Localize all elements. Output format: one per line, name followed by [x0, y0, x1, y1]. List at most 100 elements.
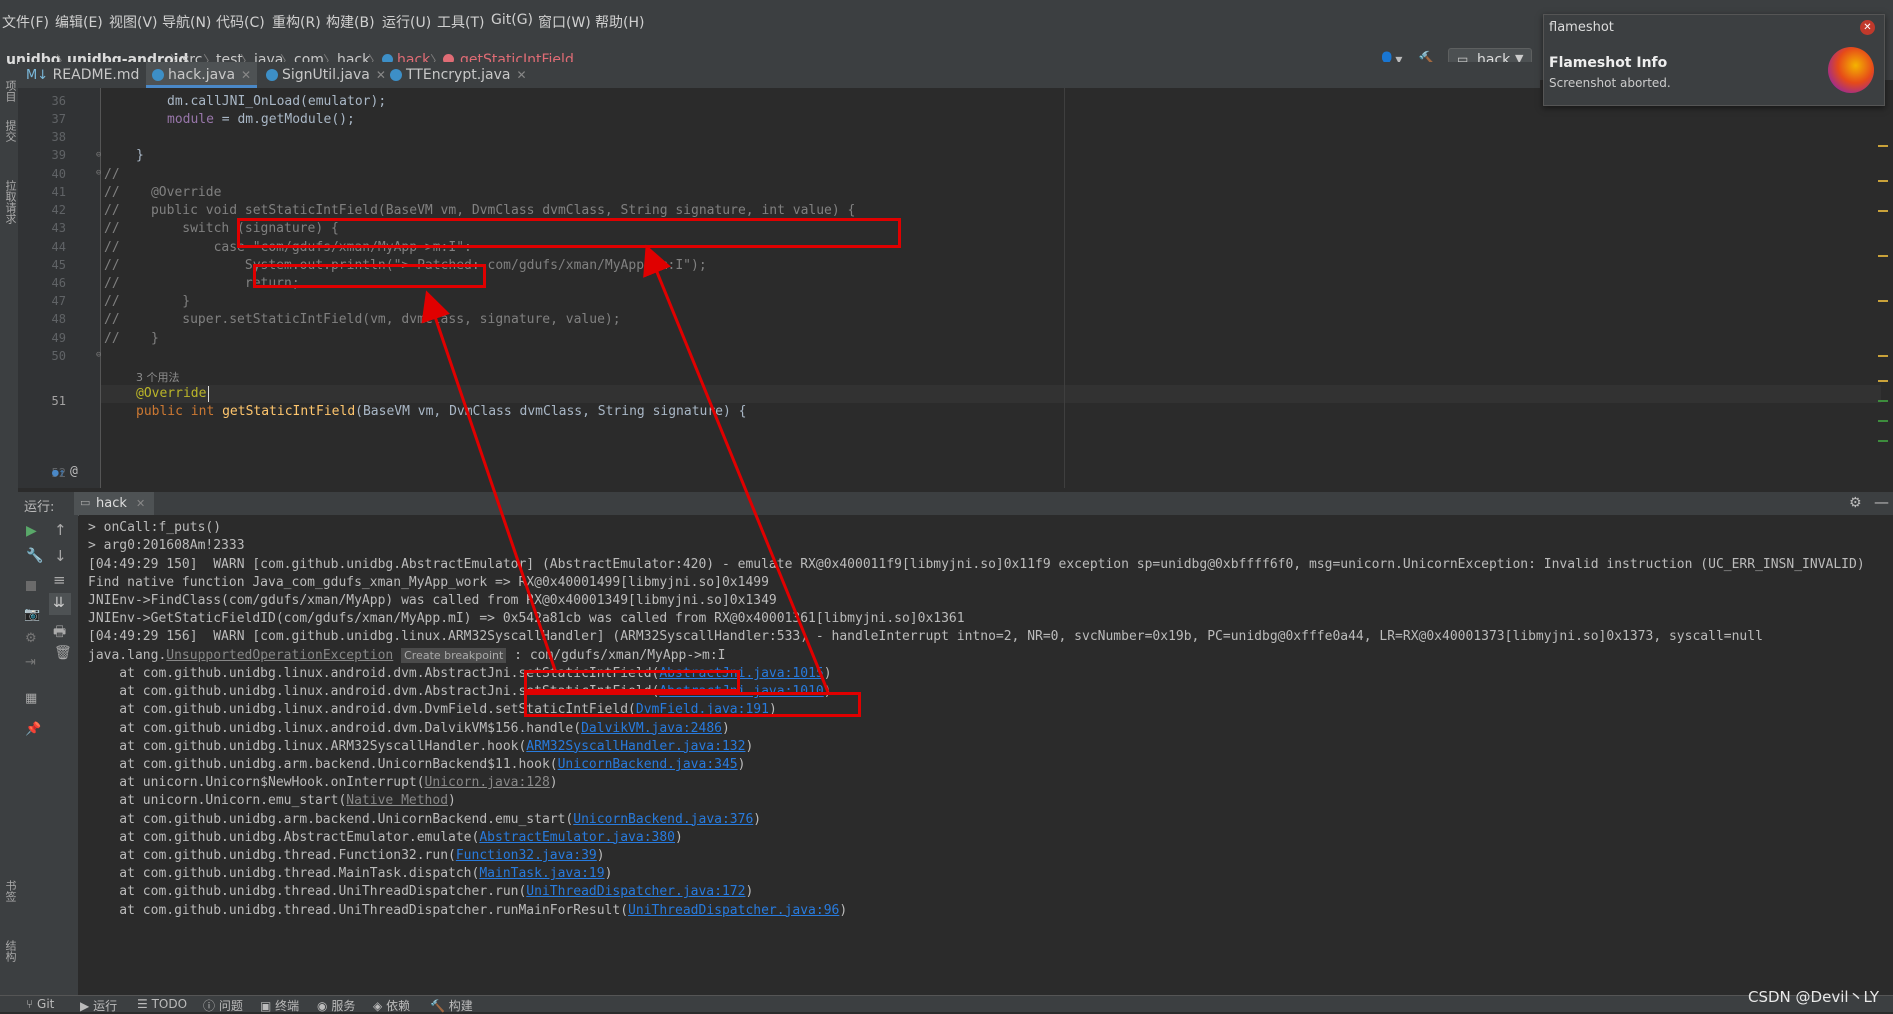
- flameshot-notification[interactable]: flameshot ✕ Flameshot Info Screenshot ab…: [1543, 14, 1885, 106]
- exit-icon[interactable]: ⇥: [25, 655, 36, 670]
- config-icon: ▭: [80, 496, 91, 509]
- code-editor[interactable]: dm.callJNI_OnLoad(emulator); module = dm…: [101, 88, 1881, 488]
- code-line: // @Override: [104, 185, 222, 200]
- camera-icon[interactable]: 📷: [24, 607, 40, 622]
- menu-file[interactable]: 文件(F): [2, 12, 49, 32]
- line-number: 39: [51, 148, 66, 162]
- trash-icon[interactable]: 🗑: [54, 645, 72, 661]
- java-class-icon: [152, 69, 164, 81]
- run-tool-button[interactable]: ▶ 运行: [80, 997, 117, 1014]
- todo-tool-button[interactable]: ☰ TODO: [137, 997, 187, 1011]
- line-number: 50: [51, 349, 66, 363]
- run-panel-label: 运行:: [24, 500, 55, 515]
- stack-frame-line: at com.github.unidbg.arm.backend.Unicorn…: [88, 757, 746, 772]
- services-tool-button[interactable]: ◉ 服务: [317, 997, 355, 1014]
- console-output[interactable]: > onCall:f_puts() > arg0:201608Am!2333 […: [79, 515, 1893, 995]
- source-link[interactable]: AbstractEmulator.java:380: [479, 830, 675, 845]
- stack-frame-line: at com.github.unidbg.thread.UniThreadDis…: [88, 902, 848, 918]
- close-icon[interactable]: ✕: [1860, 20, 1875, 35]
- source-link[interactable]: UnicornBackend.java:345: [558, 757, 738, 772]
- highlight-box-method-signature: [237, 218, 901, 248]
- tab-ttencrypt-java[interactable]: TTEncrypt.java ✕: [390, 62, 527, 88]
- menu-code[interactable]: 代码(C): [216, 12, 265, 32]
- pin-icon[interactable]: 📌: [25, 722, 41, 737]
- source-link[interactable]: Unicorn.java:128: [425, 775, 550, 790]
- layout-icon[interactable]: ▦: [25, 691, 37, 706]
- build-tool-button[interactable]: 🔨 构建: [430, 997, 473, 1014]
- source-link[interactable]: UnicornBackend.java:376: [573, 812, 753, 827]
- menu-build[interactable]: 构建(B): [326, 12, 375, 32]
- terminal-tool-button[interactable]: ▣ 终端: [260, 997, 299, 1014]
- arrow-down-icon[interactable]: ↓: [54, 547, 67, 565]
- source-link[interactable]: UniThreadDispatcher.java:172: [526, 884, 745, 899]
- tab-readme[interactable]: M↓ README.md✕: [26, 62, 155, 88]
- line-number: 37: [51, 112, 66, 126]
- close-icon[interactable]: ✕: [516, 68, 526, 82]
- java-class-icon: [266, 69, 278, 81]
- commit-tool-label[interactable]: 提交: [2, 120, 18, 142]
- project-tool-label[interactable]: 项目: [2, 80, 18, 102]
- source-link[interactable]: Native Method: [346, 793, 448, 808]
- scroll-end-icon: ⇊: [53, 595, 65, 611]
- run-tab-label: hack: [96, 496, 127, 511]
- list-icon: ☰: [137, 997, 148, 1011]
- menu-git[interactable]: Git(G): [491, 12, 533, 28]
- source-link[interactable]: MainTask.java:19: [479, 866, 604, 881]
- print-icon[interactable]: 🖶: [53, 621, 66, 645]
- create-breakpoint-button[interactable]: Create breakpoint: [401, 648, 507, 663]
- rerun-icon[interactable]: ▶: [26, 523, 37, 539]
- close-icon[interactable]: ✕: [241, 68, 251, 82]
- notification-app-name: flameshot: [1549, 20, 1614, 35]
- source-link[interactable]: Function32.java:39: [456, 848, 597, 863]
- menu-view[interactable]: 视图(V): [109, 12, 158, 32]
- close-icon[interactable]: ✕: [376, 68, 386, 82]
- editor-tab-bar: M↓ README.md✕ hack.java✕ SignUtil.java✕ …: [18, 62, 1540, 89]
- settings-icon[interactable]: ⚙: [25, 631, 37, 646]
- line-number: 46: [51, 276, 66, 290]
- wrench-icon[interactable]: 🔧: [26, 548, 43, 564]
- left-tool-strip: 项目 提交 拉取请求 书签 结构: [0, 80, 19, 995]
- close-icon[interactable]: ✕: [136, 497, 145, 510]
- menu-edit[interactable]: 编辑(E): [55, 12, 103, 32]
- source-link[interactable]: UniThreadDispatcher.java:96: [628, 903, 839, 918]
- scroll-to-end-toggle[interactable]: ⇊: [49, 593, 71, 615]
- menu-help[interactable]: 帮助(H): [595, 12, 644, 32]
- highlight-box-case-string: [253, 264, 486, 288]
- arrow-up-icon[interactable]: ↑: [54, 521, 67, 539]
- usages-hint[interactable]: 3 个用法: [136, 369, 180, 385]
- menu-run[interactable]: 运行(U): [382, 12, 431, 32]
- dependencies-tool-button[interactable]: ◈ 依赖: [373, 997, 410, 1014]
- notification-message: Screenshot aborted.: [1549, 76, 1671, 90]
- annotation-gutter-icon[interactable]: @: [70, 464, 78, 479]
- stack-frame-line: at com.github.unidbg.thread.UniThreadDis…: [88, 884, 754, 900]
- menu-refactor[interactable]: 重构(R): [272, 12, 321, 32]
- right-margin-guide: [1064, 88, 1065, 488]
- git-tool-button[interactable]: ⑂ Git: [26, 997, 54, 1011]
- code-line: module = dm.getModule();: [167, 112, 355, 127]
- run-panel-header: 运行: ▭ hack ✕ ⚙ —: [18, 491, 1893, 516]
- flameshot-logo-icon: [1828, 47, 1874, 93]
- exception-link[interactable]: UnsupportedOperationException: [166, 648, 393, 663]
- editor-gutter[interactable]: 36 37 38 39 40 41 42 43 44 45 46 47 48 4…: [18, 88, 101, 488]
- menu-tools[interactable]: 工具(T): [437, 12, 484, 32]
- structure-tool-label[interactable]: 结构: [2, 940, 18, 962]
- problems-tool-button[interactable]: ⓘ 问题: [203, 997, 243, 1014]
- run-tab-hack[interactable]: ▭ hack ✕: [74, 492, 154, 516]
- gear-icon[interactable]: ⚙: [1849, 495, 1862, 511]
- menu-window[interactable]: 窗口(W): [538, 12, 591, 32]
- bookmarks-tool-label[interactable]: 书签: [2, 880, 18, 902]
- source-link[interactable]: DalvikVM.java:2486: [581, 721, 722, 736]
- soft-wrap-icon[interactable]: ≡: [53, 571, 66, 589]
- status-bar: ⑂ Git ▶ 运行 ☰ TODO ⓘ 问题 ▣ 终端 ◉ 服务 ◈ 依赖 🔨 …: [0, 995, 1893, 1014]
- tab-signutil-java[interactable]: SignUtil.java ✕: [266, 62, 386, 88]
- override-gutter-icon[interactable]: ●↑: [52, 466, 65, 479]
- code-line: // public void setStaticIntField(BaseVM …: [104, 203, 856, 218]
- tab-hack-java[interactable]: hack.java ✕: [146, 62, 258, 88]
- pull-request-tool-label[interactable]: 拉取请求: [2, 180, 18, 224]
- line-number: 42: [51, 203, 66, 217]
- menu-navigate[interactable]: 导航(N): [162, 12, 211, 32]
- stop-icon[interactable]: [26, 581, 36, 591]
- source-link[interactable]: ARM32SyscallHandler.java:132: [526, 739, 745, 754]
- minimize-icon[interactable]: —: [1874, 493, 1889, 511]
- code-line: dm.callJNI_OnLoad(emulator);: [167, 94, 387, 109]
